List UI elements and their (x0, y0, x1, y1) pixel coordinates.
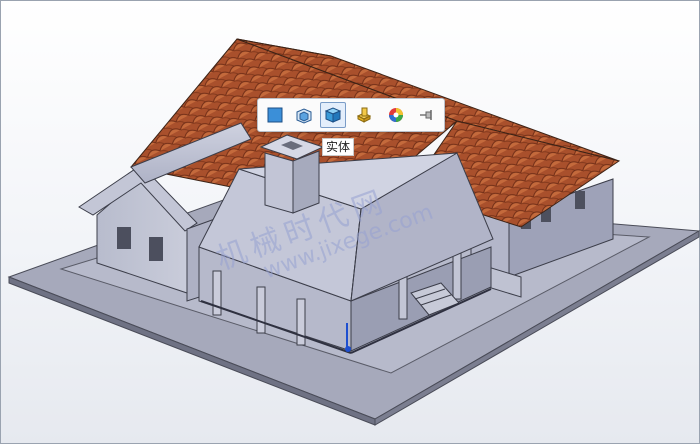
face-select-button[interactable] (262, 102, 288, 128)
feature-button[interactable] (352, 102, 378, 128)
solid-cube-icon (324, 107, 342, 123)
tooltip: 实体 (322, 138, 355, 156)
house-3d-model[interactable] (1, 1, 700, 445)
surface-body-button[interactable] (291, 102, 317, 128)
color-wheel-icon (389, 108, 403, 122)
feature-icon (356, 107, 372, 123)
graphics-viewport[interactable]: 实体 机械时代网 www.jixege.com (0, 0, 700, 444)
chimney (259, 134, 325, 214)
surface-body-icon (296, 108, 312, 124)
solid-body-button[interactable] (320, 102, 346, 128)
pin-icon (420, 110, 432, 120)
appearance-button[interactable] (383, 102, 409, 128)
pin-button[interactable] (414, 102, 440, 128)
square-face-icon (267, 107, 283, 123)
context-toolbar (257, 98, 445, 132)
